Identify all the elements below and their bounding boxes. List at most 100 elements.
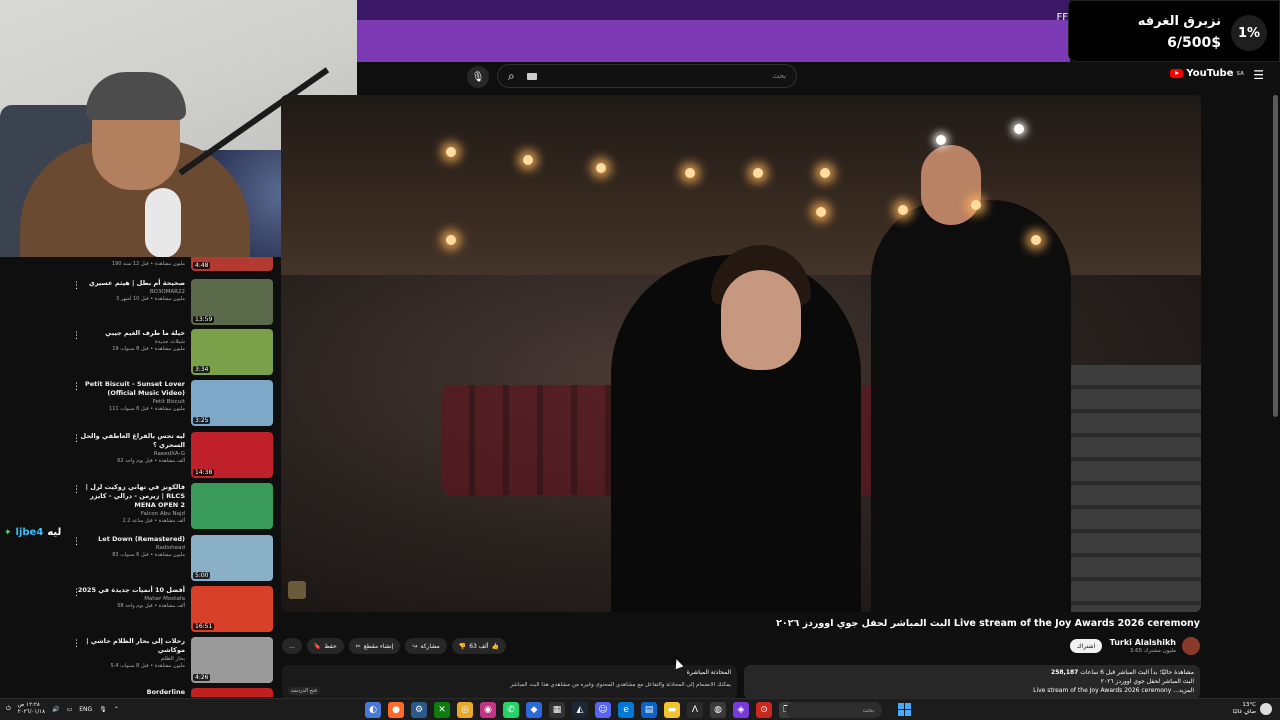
taskbar-search[interactable]: بحث xyxy=(786,702,882,718)
channel-watermark xyxy=(288,581,306,599)
weather-widget[interactable]: 13°C صافٍ غالبًا xyxy=(1233,702,1256,716)
instagram-icon[interactable]: ◉ xyxy=(480,702,496,718)
video-thumbnail[interactable]: 5:00 xyxy=(191,535,273,581)
video-channel[interactable]: Petit Biscuit xyxy=(70,398,185,406)
description-stats: 258,187 مشاهدة حاليًا؛ بدأ البث المباشر … xyxy=(750,669,1194,676)
list-item[interactable]: ⋮ 4:26 رحلات إلى بحار الظلام حاشي | موكا… xyxy=(62,637,278,685)
file-explorer-icon[interactable]: ▬ xyxy=(664,702,680,718)
scissors-icon: ✂ xyxy=(355,642,361,650)
video-title[interactable]: Petit Biscuit - Sunset Lover (Official M… xyxy=(70,380,185,398)
video-thumbnail[interactable]: 4:48 xyxy=(191,257,273,271)
video-channel[interactable]: BO3OMAR22 xyxy=(70,288,185,296)
video-thumbnail[interactable]: 4:26 xyxy=(191,637,273,683)
app-icon[interactable]: ◈ xyxy=(733,702,749,718)
video-thumbnail[interactable]: 14:38 xyxy=(191,432,273,478)
list-item[interactable]: ⋮ فالكونز في تهاني زوكيت لرل | زيرمن - د… xyxy=(62,483,278,531)
steam-icon[interactable]: ◭ xyxy=(572,702,588,718)
video-title[interactable]: أفضل 10 أنميات جديدة في 2025 xyxy=(70,586,185,595)
video-channel[interactable]: RaeedXA-G xyxy=(70,450,185,458)
video-title[interactable]: فالكونز في تهاني زوكيت لرل | زيرمن - درا… xyxy=(70,483,185,510)
more-actions-button[interactable]: ... xyxy=(282,638,302,654)
list-item[interactable]: ⋮ 13:59 صحيحة أم بطل | هيثم عسيري BO3OMA… xyxy=(62,279,278,327)
video-channel[interactable]: Radiohead xyxy=(70,544,185,552)
video-title[interactable]: ليه تحس بالفراغ العاطفي والحل السحري ؟ xyxy=(70,432,185,450)
video-title[interactable]: Let Down (Remastered) xyxy=(70,535,185,544)
video-player[interactable] xyxy=(281,95,1201,612)
volume-icon[interactable]: 🔊 xyxy=(52,706,59,713)
weather-icon[interactable] xyxy=(1260,703,1272,715)
video-thumbnail[interactable]: 16:51 xyxy=(191,586,273,632)
like-dislike-group[interactable]: 👎 63 ألف 👍 xyxy=(451,638,506,654)
ceiling-light xyxy=(1014,124,1024,134)
app-icon[interactable]: ⚙ xyxy=(411,702,427,718)
video-title[interactable]: صحيحة أم بطل | هيثم عسيري xyxy=(70,279,185,288)
chrome-icon[interactable]: ◎ xyxy=(457,702,473,718)
video-channel[interactable]: Maher Mostafa xyxy=(70,595,185,603)
list-item[interactable]: Borderline xyxy=(62,688,278,697)
duration-badge: 3:34 xyxy=(193,366,211,373)
share-button[interactable]: ↪ مشاركة xyxy=(405,638,447,654)
open-chat-button[interactable]: فتح الدردشة xyxy=(288,687,320,695)
discord-icon[interactable]: ☺ xyxy=(595,702,611,718)
youtube-logo[interactable]: YouTube SA xyxy=(1170,68,1244,79)
like-icon[interactable]: 👍 xyxy=(491,643,498,650)
video-thumbnail[interactable]: 3:34 xyxy=(191,329,273,375)
list-item[interactable]: ⋮ 5:00 Let Down (Remastered) Radiohead 8… xyxy=(62,535,278,583)
video-thumbnail[interactable]: 3:25 xyxy=(191,380,273,426)
video-channel[interactable]: Falcon Abu Najd xyxy=(70,510,185,518)
voice-search-button[interactable]: 🎙 xyxy=(467,66,489,88)
list-item[interactable]: ⋮ 14:38 ليه تحس بالفراغ العاطفي والحل ال… xyxy=(62,432,278,480)
app-icon[interactable]: ◍ xyxy=(710,702,726,718)
start-button[interactable] xyxy=(898,703,911,716)
mic-tray-icon[interactable]: 🎙 xyxy=(99,706,107,713)
save-button[interactable]: 🔖 حفظ xyxy=(306,638,344,654)
app-icon[interactable]: ◐ xyxy=(365,702,381,718)
language-indicator[interactable]: ENG xyxy=(79,706,92,713)
app-icon[interactable]: ⊙ xyxy=(756,702,772,718)
app-icon[interactable]: Λ xyxy=(687,702,703,718)
video-views: 3 مليون مشاهدة • قبل 10 أشهر xyxy=(115,296,185,302)
search-input[interactable]: بحث xyxy=(773,72,786,80)
description-box[interactable]: 258,187 مشاهدة حاليًا؛ بدأ البث المباشر … xyxy=(744,665,1200,699)
app-icon[interactable]: ● xyxy=(388,702,404,718)
taskbar-search-input[interactable]: بحث xyxy=(863,707,874,714)
store-icon[interactable]: ▤ xyxy=(641,702,657,718)
edge-icon[interactable]: e xyxy=(618,702,634,718)
list-item[interactable]: ⋮ 3:25 Petit Biscuit - Sunset Lover (Off… xyxy=(62,380,278,428)
video-title[interactable]: خيلة ما طرف الغيم جيبي xyxy=(70,329,185,338)
video-meta: رحلات إلى بحار الظلام حاشي | موكاشي بحار… xyxy=(70,637,185,670)
video-channel[interactable]: شيلات جديدة xyxy=(70,338,185,346)
tray-overflow-icon[interactable]: ⌃ xyxy=(114,706,119,713)
video-title[interactable]: رحلات إلى بحار الظلام حاشي | موكاشي xyxy=(70,637,185,655)
xbox-icon[interactable]: ✕ xyxy=(434,702,450,718)
ceiling-light xyxy=(1031,235,1041,245)
list-item[interactable]: ⋮ 3:34 خيلة ما طرف الغيم جيبي شيلات جديد… xyxy=(62,329,278,377)
search-bar[interactable]: ⌕ بحث xyxy=(497,64,797,88)
video-title[interactable]: Borderline xyxy=(70,688,185,697)
video-meta: صحيحة أم بطل | هيثم عسيري BO3OMAR22 3 مل… xyxy=(70,279,185,303)
list-item[interactable]: ⋮ 16:51 أفضل 10 أنميات جديدة في 2025 Mah… xyxy=(62,586,278,634)
video-thumbnail[interactable] xyxy=(191,688,273,697)
live-chat-panel[interactable]: المحادثة المباشرة يمكنك الانضمام إلى الم… xyxy=(282,665,737,699)
channel-name[interactable]: Turki Alalshikh xyxy=(1110,638,1176,647)
keyboard-icon[interactable] xyxy=(526,72,537,80)
mic-icon: 🎙 xyxy=(471,71,485,83)
dislike-icon[interactable]: 👎 xyxy=(459,643,466,650)
whatsapp-icon[interactable]: ✆ xyxy=(503,702,519,718)
channel-avatar[interactable] xyxy=(1182,637,1200,655)
hamburger-menu-icon[interactable]: ☰ xyxy=(1253,68,1264,82)
clip-button[interactable]: ✂ إنشاء مقطع xyxy=(348,638,401,654)
video-thumbnail[interactable] xyxy=(191,483,273,529)
search-icon[interactable]: ⌕ xyxy=(508,69,515,84)
calculator-icon[interactable]: ▦ xyxy=(549,702,565,718)
clock[interactable]: ١٢:٢٨ ص ٢٠٢٦/٠١/١٨ xyxy=(18,702,45,716)
subscribe-button[interactable]: اشتراك xyxy=(1070,639,1102,653)
notification-icon[interactable]: ⏻ xyxy=(6,705,11,713)
video-title: البث المباشر لحفل جوي اووردز ٢٠٢٦ Live s… xyxy=(776,618,1200,629)
list-item[interactable]: 4:48 190 مليون مشاهدة • قبل 12 سنة xyxy=(62,257,278,273)
app-icon[interactable]: ◆ xyxy=(526,702,542,718)
video-channel[interactable]: بحار الظلم xyxy=(70,655,185,663)
network-icon[interactable]: ▭ xyxy=(67,706,73,713)
video-thumbnail[interactable]: 13:59 xyxy=(191,279,273,325)
page-scrollbar[interactable] xyxy=(1273,95,1278,417)
